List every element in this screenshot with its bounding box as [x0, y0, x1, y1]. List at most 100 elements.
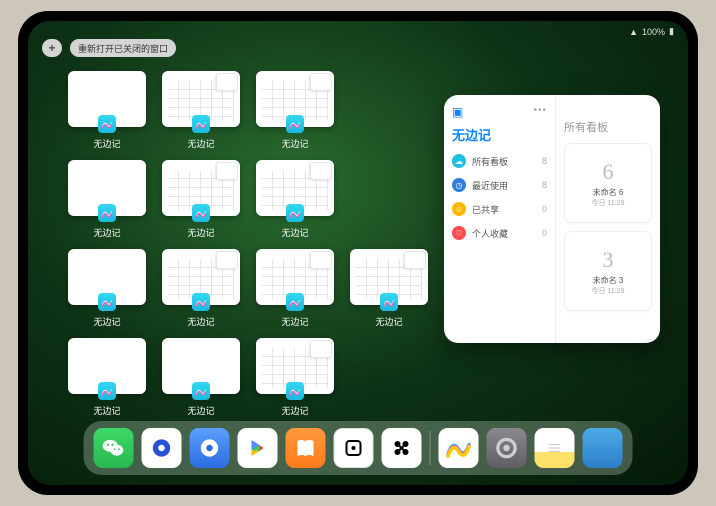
dock-app-qc[interactable] — [190, 428, 230, 468]
thumbnail-preview — [162, 71, 240, 127]
thumbnail-label: 无边记 — [93, 226, 120, 239]
dock — [84, 421, 633, 475]
freeform-panel[interactable]: ▣ ••• 无边记 ☁所有看板8◷最近使用8☺已共享0♡个人收藏0 所有看板 6… — [444, 95, 660, 343]
category-count: 8 — [542, 156, 547, 166]
dock-app-wechat[interactable] — [94, 428, 134, 468]
window-thumbnail[interactable]: 无边记 — [68, 160, 146, 239]
window-thumbnail[interactable]: 无边记 — [162, 338, 240, 417]
thumbnail-label: 无边记 — [281, 404, 308, 417]
window-thumbnail[interactable]: 无边记 — [256, 249, 334, 328]
freeform-app-icon — [192, 204, 210, 222]
thumbnail-label: 无边记 — [93, 315, 120, 328]
freeform-app-icon — [98, 115, 116, 133]
category-label: 已共享 — [472, 203, 499, 216]
thumbnail-preview — [256, 249, 334, 305]
category-icon: ☺ — [452, 202, 466, 216]
freeform-app-icon — [192, 115, 210, 133]
freeform-app-icon — [286, 204, 304, 222]
board-preview: 3 — [603, 247, 614, 273]
thumbnail-preview — [68, 160, 146, 216]
category-icon: ◷ — [452, 178, 466, 192]
freeform-app-icon — [286, 293, 304, 311]
dock-app-dice[interactable] — [334, 428, 374, 468]
panel-more-icon[interactable]: ••• — [533, 105, 547, 119]
window-thumbnail[interactable]: 无边记 — [162, 249, 240, 328]
panel-right-title: 所有看板 — [564, 119, 652, 135]
thumbnail-preview — [68, 249, 146, 305]
dock-app-free[interactable] — [439, 428, 479, 468]
category-icon: ☁ — [452, 154, 466, 168]
thumbnail-preview — [162, 160, 240, 216]
dock-app-qhd[interactable] — [142, 428, 182, 468]
thumbnail-label: 无边记 — [375, 315, 402, 328]
sidebar-toggle-icon[interactable]: ▣ — [452, 105, 463, 119]
thumbnail-label: 无边记 — [281, 226, 308, 239]
thumbnail-preview — [162, 249, 240, 305]
thumbnail-preview — [350, 249, 428, 305]
board-card[interactable]: 3 未命名 3今日 11:29 — [564, 231, 652, 311]
panel-sidebar: ▣ ••• 无边记 ☁所有看板8◷最近使用8☺已共享0♡个人收藏0 — [444, 95, 556, 343]
thumbnail-preview — [256, 338, 334, 394]
board-card[interactable]: 6未命名 6今日 11:29 — [564, 143, 652, 223]
new-window-button[interactable]: + — [42, 39, 62, 57]
battery-text: 100% — [642, 27, 665, 37]
board-name: 未命名 3 — [593, 275, 624, 286]
window-thumbnail[interactable]: 无边记 — [256, 160, 334, 239]
thumbnail-label: 无边记 — [187, 404, 214, 417]
window-thumbnail[interactable]: 无边记 — [350, 249, 428, 328]
category-label: 个人收藏 — [472, 227, 508, 240]
dock-app-books[interactable] — [286, 428, 326, 468]
freeform-app-icon — [286, 382, 304, 400]
freeform-app-icon — [192, 293, 210, 311]
dock-app-lib[interactable] — [583, 428, 623, 468]
category-label: 所有看板 — [472, 155, 508, 168]
category-label: 最近使用 — [472, 179, 508, 192]
thumbnail-label: 无边记 — [187, 315, 214, 328]
freeform-app-icon — [192, 382, 210, 400]
thumbnail-label: 无边记 — [93, 137, 120, 150]
window-thumbnail[interactable]: 无边记 — [68, 249, 146, 328]
dock-app-play[interactable] — [238, 428, 278, 468]
thumbnail-preview — [256, 71, 334, 127]
category-count: 0 — [542, 204, 547, 214]
thumbnail-label: 无边记 — [93, 404, 120, 417]
window-thumbnail[interactable]: 无边记 — [162, 71, 240, 150]
thumbnail-preview — [162, 338, 240, 394]
sidebar-item[interactable]: ◷ 最近使用 8 — [452, 178, 547, 192]
thumbnail-label: 无边记 — [281, 137, 308, 150]
freeform-app-icon — [98, 293, 116, 311]
panel-title: 无边记 — [452, 125, 547, 144]
board-time: 今日 11:29 — [592, 286, 625, 296]
thumbnail-label: 无边记 — [187, 226, 214, 239]
battery-icon: ▮ — [669, 26, 674, 37]
category-icon: ♡ — [452, 226, 466, 240]
window-thumbnail[interactable]: 无边记 — [68, 338, 146, 417]
freeform-app-icon — [98, 382, 116, 400]
reopen-closed-window-button[interactable]: 重新打开已关闭的窗口 — [70, 39, 176, 57]
window-thumbnail[interactable]: 无边记 — [162, 160, 240, 239]
thumbnail-preview — [68, 338, 146, 394]
window-thumbnail[interactable]: 无边记 — [256, 71, 334, 150]
thumbnail-preview — [68, 71, 146, 127]
sidebar-item[interactable]: ☺ 已共享 0 — [452, 202, 547, 216]
sidebar-item[interactable]: ☁ 所有看板 8 — [452, 154, 547, 168]
dock-app-notes[interactable] — [535, 428, 575, 468]
sidebar-item[interactable]: ♡个人收藏0 — [452, 226, 547, 240]
dock-separator — [430, 431, 431, 465]
dock-app-gear[interactable] — [487, 428, 527, 468]
thumbnail-label: 无边记 — [187, 137, 214, 150]
freeform-app-icon — [98, 204, 116, 222]
freeform-app-icon — [286, 115, 304, 133]
screen: ▲ 100% ▮ + 重新打开已关闭的窗口 无边记无边记无边记无边记无边记无边记… — [28, 21, 688, 485]
panel-content: 所有看板 6未命名 6今日 11:293未命名 3今日 11:29 — [556, 95, 660, 343]
category-count: 8 — [542, 180, 547, 190]
window-thumbnail[interactable]: 无边记 — [68, 71, 146, 150]
dock-app-hx[interactable] — [382, 428, 422, 468]
freeform-app-icon — [380, 293, 398, 311]
top-bar: + 重新打开已关闭的窗口 — [42, 39, 176, 57]
window-thumbnail[interactable]: 无边记 — [256, 338, 334, 417]
board-time: 今日 11:29 — [592, 198, 625, 208]
board-preview: 6 — [603, 159, 614, 185]
ipad-frame: ▲ 100% ▮ + 重新打开已关闭的窗口 无边记无边记无边记无边记无边记无边记… — [18, 11, 698, 495]
thumbnail-preview — [256, 160, 334, 216]
